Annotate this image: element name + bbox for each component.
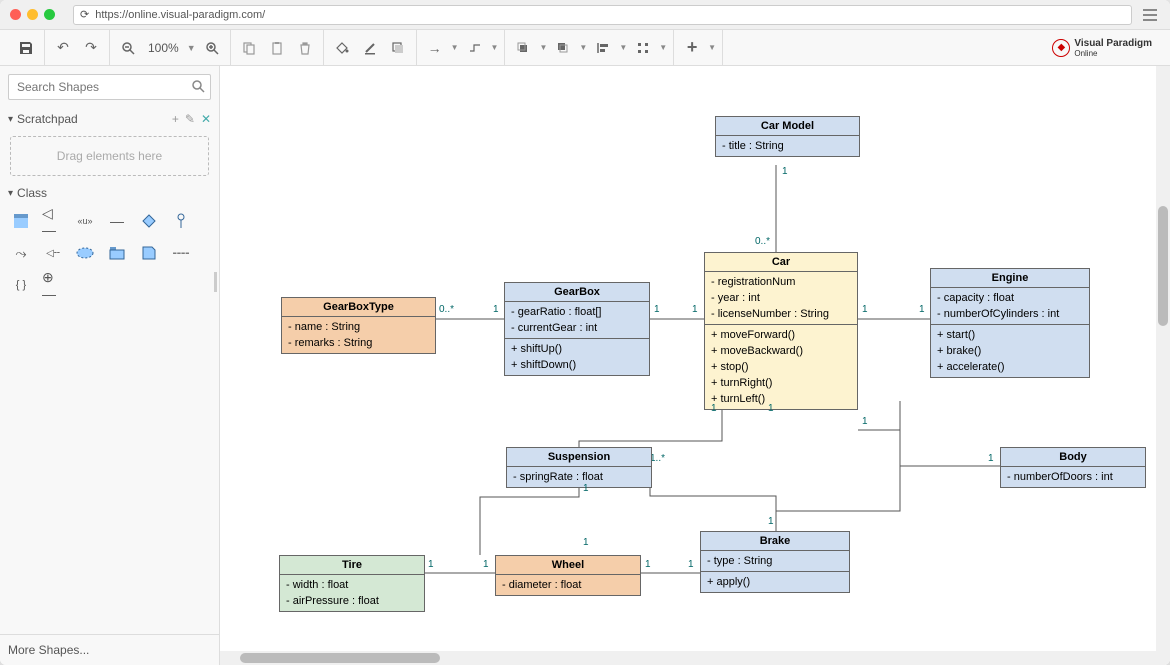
class-section-header[interactable]: ▾ Class [0, 182, 219, 204]
fill-color-icon[interactable] [330, 36, 354, 60]
traffic-lights [10, 9, 55, 20]
vertical-scrollbar[interactable] [1156, 66, 1170, 651]
collaboration-icon[interactable] [74, 242, 96, 264]
chevron-down-icon: ▾ [8, 188, 13, 199]
diagram-canvas[interactable]: Car Model - title : String 1 0..* GearBo… [220, 66, 1170, 665]
dropdown-icon[interactable]: ▼ [579, 43, 587, 52]
align-icon[interactable] [591, 36, 615, 60]
package-icon[interactable] [106, 242, 128, 264]
class-car[interactable]: Car - registrationNum - year : int - lic… [704, 252, 858, 410]
zoom-level[interactable]: 100% [144, 41, 183, 55]
copy-icon[interactable] [237, 36, 261, 60]
save-icon[interactable] [14, 36, 38, 60]
shadow-icon[interactable] [386, 36, 410, 60]
to-front-icon[interactable] [511, 36, 535, 60]
interface-icon[interactable] [170, 210, 192, 232]
dropdown-icon[interactable]: ▼ [659, 43, 667, 52]
shape-palette: ◁— «u» — ⤳ ◁╌ ╌╌ { } ⊕— [0, 204, 219, 302]
url-text: https://online.visual-paradigm.com/ [95, 9, 265, 21]
undo-icon[interactable]: ↶ [51, 36, 75, 60]
hamburger-menu-icon[interactable] [1140, 9, 1160, 21]
connection-arrow-icon[interactable]: → [423, 36, 447, 60]
dependency-icon[interactable]: ⤳ [10, 242, 32, 264]
class-suspension[interactable]: Suspension - springRate : float [506, 447, 652, 488]
search-input[interactable] [8, 74, 211, 100]
close-icon[interactable]: ✕ [201, 112, 211, 126]
toolbar: ↶ ↷ 100% ▼ [0, 30, 1170, 66]
resize-handle[interactable] [1156, 651, 1170, 665]
class-engine[interactable]: Engine - capacity : float - numberOfCyli… [930, 268, 1090, 378]
maximize-window-button[interactable] [44, 9, 55, 20]
class-tire[interactable]: Tire - width : float - airPressure : flo… [279, 555, 425, 612]
line-color-icon[interactable] [358, 36, 382, 60]
url-bar[interactable]: ⟳ https://online.visual-paradigm.com/ [73, 5, 1132, 25]
dropdown-icon[interactable]: ▼ [619, 43, 627, 52]
more-shapes-link[interactable]: More Shapes... [0, 634, 219, 665]
distribute-icon[interactable] [631, 36, 655, 60]
main-area: ▾ Scratchpad + ✎ ✕ Drag elements here ▾ … [0, 66, 1170, 665]
note-icon[interactable] [138, 242, 160, 264]
dropdown-icon[interactable]: ▼ [491, 43, 499, 52]
class-gearbox[interactable]: GearBox - gearRatio : float[] - currentG… [504, 282, 650, 376]
scrollbar-thumb[interactable] [1158, 206, 1168, 326]
minimize-window-button[interactable] [27, 9, 38, 20]
horizontal-scrollbar[interactable] [220, 651, 1156, 665]
delete-icon[interactable] [293, 36, 317, 60]
class-body[interactable]: Body - numberOfDoors : int [1000, 447, 1146, 488]
generalization-icon[interactable]: ◁— [42, 210, 64, 232]
waypoint-icon[interactable] [463, 36, 487, 60]
class-gearboxtype[interactable]: GearBoxType - name : String - remarks : … [281, 297, 436, 354]
dropdown-icon[interactable]: ▼ [451, 43, 459, 52]
edit-icon[interactable]: ✎ [185, 112, 195, 126]
add-icon[interactable]: + [680, 36, 704, 60]
scratchpad-header[interactable]: ▾ Scratchpad + ✎ ✕ [0, 108, 219, 130]
brand-logo: ◆ Visual Paradigm Online [1052, 38, 1162, 58]
redo-icon[interactable]: ↷ [79, 36, 103, 60]
usage-icon[interactable]: «u» [74, 210, 96, 232]
close-window-button[interactable] [10, 9, 21, 20]
chevron-down-icon: ▾ [8, 114, 13, 125]
constraint-icon[interactable]: { } [10, 274, 32, 296]
scrollbar-thumb[interactable] [240, 653, 440, 663]
nary-icon[interactable] [138, 210, 160, 232]
to-back-icon[interactable] [551, 36, 575, 60]
titlebar: ⟳ https://online.visual-paradigm.com/ [0, 0, 1170, 30]
class-brake[interactable]: Brake - type : String + apply() [700, 531, 850, 593]
association-icon[interactable]: — [106, 210, 128, 232]
dropdown-icon[interactable]: ▼ [708, 43, 716, 52]
containment-icon[interactable]: ⊕— [42, 274, 64, 296]
anchor-icon[interactable]: ╌╌ [170, 242, 192, 264]
zoom-out-icon[interactable] [116, 36, 140, 60]
sidebar: ▾ Scratchpad + ✎ ✕ Drag elements here ▾ … [0, 66, 220, 665]
class-shape-icon[interactable] [10, 210, 32, 232]
logo-icon: ◆ [1052, 39, 1070, 57]
scratchpad-dropzone[interactable]: Drag elements here [10, 136, 209, 176]
class-wheel[interactable]: Wheel - diameter : float [495, 555, 641, 596]
dropdown-icon[interactable]: ▼ [539, 43, 547, 52]
zoom-dropdown-icon[interactable]: ▼ [187, 43, 196, 53]
app-window: ⟳ https://online.visual-paradigm.com/ ↶ … [0, 0, 1170, 665]
reload-icon[interactable]: ⟳ [80, 8, 89, 21]
search-icon[interactable] [191, 79, 205, 96]
zoom-in-icon[interactable] [200, 36, 224, 60]
sidebar-resize-handle[interactable] [214, 272, 217, 292]
plus-icon[interactable]: + [172, 112, 179, 126]
realization-icon[interactable]: ◁╌ [42, 242, 64, 264]
paste-icon[interactable] [265, 36, 289, 60]
class-carmodel[interactable]: Car Model - title : String [715, 116, 860, 157]
canvas-wrap: Car Model - title : String 1 0..* GearBo… [220, 66, 1170, 665]
